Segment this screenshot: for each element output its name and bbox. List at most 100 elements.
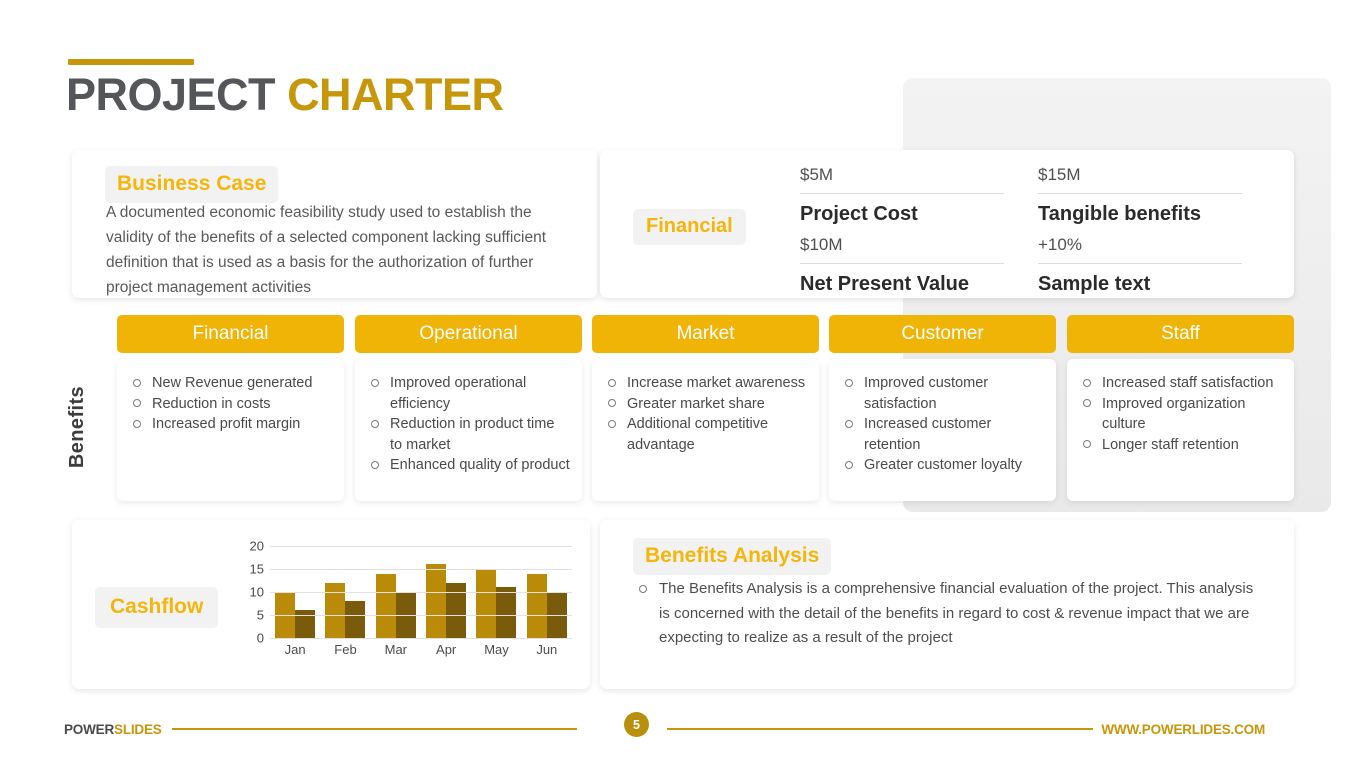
bullet-icon (639, 585, 647, 593)
chart-gridline (270, 615, 572, 616)
list-item: Greater customer loyalty (841, 455, 1044, 476)
list-item: Increased staff satisfaction (1079, 373, 1282, 394)
benefits-column-body: Increase market awareness Greater market … (592, 359, 819, 501)
financial-columns: $5M Project Cost $10M Net Present Value … (800, 164, 1242, 295)
chart-bar (375, 573, 396, 638)
financial-card: Financial $5M Project Cost $10M Net Pres… (600, 150, 1294, 298)
benefits-column-header[interactable]: Operational (355, 315, 582, 353)
bullet-icon (371, 378, 379, 387)
benefits-column-body: Increased staff satisfaction Improved org… (1067, 359, 1294, 501)
x-axis-tick: Feb (334, 642, 357, 657)
financial-heading: Financial (633, 209, 746, 245)
x-axis-tick: Jun (536, 642, 558, 657)
y-axis-tick: 5 (256, 607, 264, 623)
footer-divider-left (172, 728, 577, 730)
chart-bar (526, 573, 547, 638)
bullet-icon (845, 460, 853, 469)
x-axis-tick: Jan (284, 642, 306, 657)
slide: PROJECT CHARTER Business Case A document… (0, 0, 1365, 767)
bullet-icon (133, 378, 141, 387)
business-case-card: Business Case A documented economic feas… (72, 150, 597, 298)
chart-gridline (270, 569, 572, 570)
footer-divider-right (667, 728, 1093, 730)
bullet-icon (1083, 440, 1091, 448)
bullet-icon (845, 419, 853, 428)
bullet-icon (608, 419, 616, 428)
financial-pair: $5M Project Cost (800, 164, 1004, 234)
bullet-icon (133, 399, 141, 407)
footer-brand: POWERSLIDES (64, 722, 162, 737)
footer-url[interactable]: WWW.POWERLIDES.COM (1101, 722, 1265, 737)
financial-value: +10% (1038, 234, 1242, 264)
bullet-icon (371, 460, 379, 469)
benefits-list: Increased staff satisfaction Improved org… (1079, 373, 1282, 455)
financial-label: Sample text (1038, 273, 1151, 295)
cashflow-card: Cashflow 20 15 10 5 0 Jan Feb Mar Apr May Jun (72, 520, 590, 689)
benefits-column-body: Improved operational efficiency Reduction… (355, 359, 582, 501)
list-item: Improved organization culture (1079, 394, 1282, 435)
list-item: Greater market share (604, 394, 807, 415)
benefits-column-header[interactable]: Staff (1067, 315, 1294, 353)
benefits-column: Market Increase market awareness Greater m… (592, 315, 819, 501)
list-item: Reduction in product time to market (367, 414, 570, 455)
benefits-analysis-heading: Benefits Analysis (633, 538, 832, 575)
list-item: Improved operational efficiency (367, 373, 570, 414)
chart-bar (345, 601, 366, 638)
bullet-icon (1083, 399, 1091, 407)
title-accent-rule (68, 59, 194, 65)
cashflow-heading: Cashflow (95, 587, 219, 628)
bullet-icon (608, 399, 616, 407)
list-item: Enhanced quality of product (367, 455, 570, 476)
financial-value: $10M (800, 234, 1004, 264)
chart-bar (476, 569, 497, 638)
bullet-icon (133, 419, 141, 428)
page-number-badge: 5 (624, 712, 649, 737)
benefits-list: New Revenue generated Reduction in costs I… (129, 373, 332, 435)
y-axis-tick: 20 (249, 538, 264, 554)
list-item: Improved customer satisfaction (841, 373, 1044, 414)
chart-gridline (270, 592, 572, 593)
benefits-column-header[interactable]: Customer (829, 315, 1056, 353)
benefits-analysis-card: Benefits Analysis The Benefits Analysis … (600, 520, 1294, 689)
y-axis-tick: 15 (249, 561, 264, 577)
chart-y-axis: 20 15 10 5 0 (232, 539, 264, 646)
list-item: Longer staff retention (1079, 435, 1282, 456)
business-case-heading: Business Case (105, 166, 279, 203)
benefits-column: Staff Increased staff satisfaction Improve… (1067, 315, 1294, 501)
bullet-icon (845, 378, 853, 387)
list-item: Reduction in costs (129, 394, 332, 415)
page-title-part1: PROJECT (66, 69, 276, 120)
footer-brand-part1: POWER (64, 722, 115, 737)
y-axis-tick: 0 (256, 630, 264, 646)
chart-gridline (270, 638, 572, 639)
financial-pair: +10% Sample text (1038, 234, 1242, 304)
financial-pair: $10M Net Present Value (800, 234, 1004, 304)
list-item: The Benefits Analysis is a comprehensive… (636, 577, 1264, 651)
x-axis-tick: Apr (436, 642, 457, 657)
x-axis-tick: Mar (384, 642, 408, 657)
financial-label: Project Cost (800, 203, 918, 225)
financial-label: Net Present Value (800, 273, 969, 295)
bullet-icon (1083, 378, 1091, 387)
list-item: Increased profit margin (129, 414, 332, 435)
bullet-icon (371, 419, 379, 428)
page-title-part2: CHARTER (287, 69, 504, 120)
financial-value: $5M (800, 164, 1004, 194)
bullet-icon (608, 378, 616, 387)
x-axis-tick: May (484, 642, 509, 657)
list-item: Increase market awareness (604, 373, 807, 394)
list-item: Additional competitive advantage (604, 414, 807, 455)
business-case-body: A documented economic feasibility study … (106, 204, 547, 296)
list-item: New Revenue generated (129, 373, 332, 394)
cashflow-chart: 20 15 10 5 0 Jan Feb Mar Apr May Jun (232, 539, 572, 674)
financial-pair: $15M Tangible benefits (1038, 164, 1242, 234)
benefits-column-header[interactable]: Market (592, 315, 819, 353)
financial-value: $15M (1038, 164, 1242, 194)
list-item: Increased customer retention (841, 414, 1044, 455)
financial-column: $15M Tangible benefits +10% Sample text (1038, 164, 1242, 295)
benefits-column-header[interactable]: Financial (117, 315, 344, 353)
benefits-list: Improved customer satisfaction Increased … (841, 373, 1044, 476)
financial-label: Tangible benefits (1038, 203, 1201, 225)
footer: POWERSLIDES WWW.POWERLIDES.COM (0, 712, 1365, 748)
y-axis-tick: 10 (249, 584, 264, 600)
